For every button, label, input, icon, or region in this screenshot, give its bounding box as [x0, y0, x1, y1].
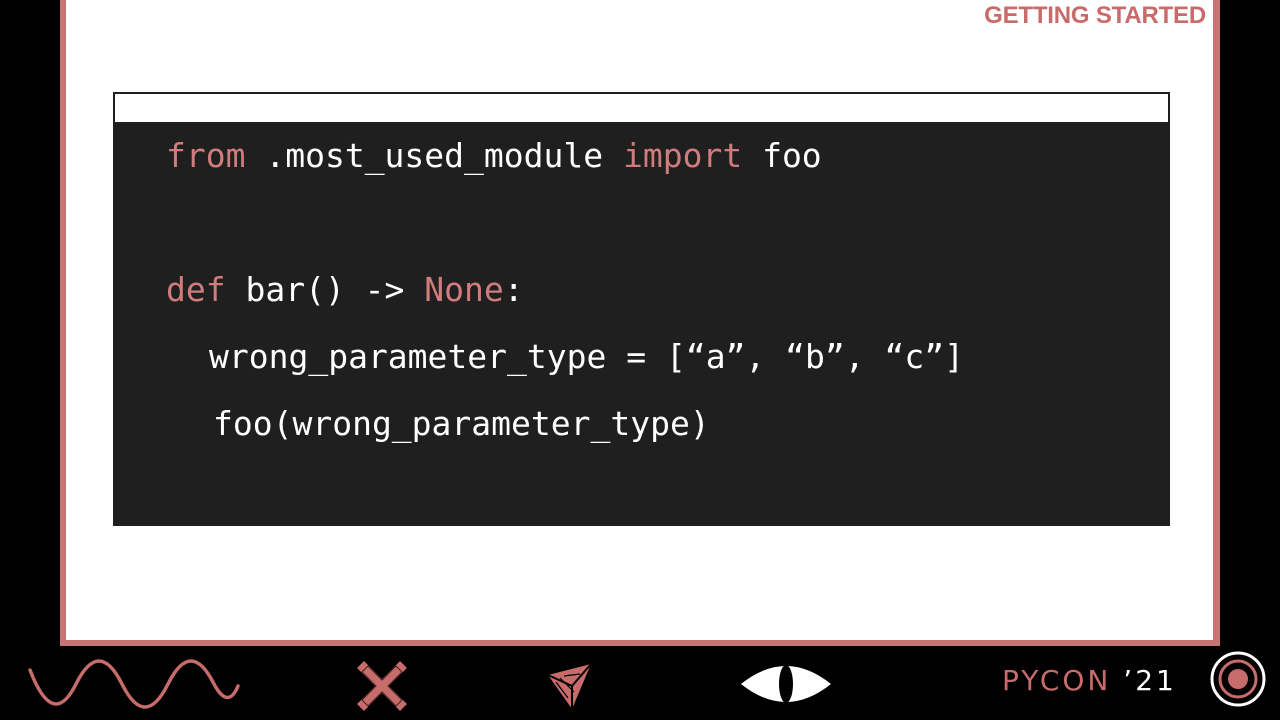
keyword-none: None [424, 270, 504, 309]
wave-icon [28, 659, 240, 709]
target-circle-icon [1210, 651, 1266, 707]
pycon-year: ’21 [1123, 664, 1177, 697]
code-line-3: wrong_parameter_type = [“a”, “b”, “c”] [209, 337, 964, 376]
colon: : [503, 270, 524, 309]
code-line-4: foo(wrong_parameter_type) [213, 404, 710, 443]
pycon-logo: PYCON ’21 [1002, 664, 1177, 697]
pycon-brand: PYCON [1002, 664, 1112, 697]
code-text: from .most_used_module import foo def ba… [0, 0, 964, 443]
keyword-import: import [622, 136, 743, 175]
x-cross-icon [354, 658, 410, 714]
imported-name: foo [742, 136, 822, 175]
paper-plane-icon [547, 663, 592, 709]
code-line-2: def bar() -> None: [166, 270, 524, 309]
keyword-def: def [166, 270, 226, 309]
module-path: .most_used_module [245, 136, 623, 175]
keyword-from: from [166, 136, 246, 175]
function-signature: bar() -> [225, 270, 425, 309]
code-block-header-bar [115, 94, 1168, 122]
code-line-1: from .most_used_module import foo [166, 136, 822, 175]
eye-icon [741, 665, 831, 703]
section-title: GETTING STARTED [984, 2, 1206, 29]
